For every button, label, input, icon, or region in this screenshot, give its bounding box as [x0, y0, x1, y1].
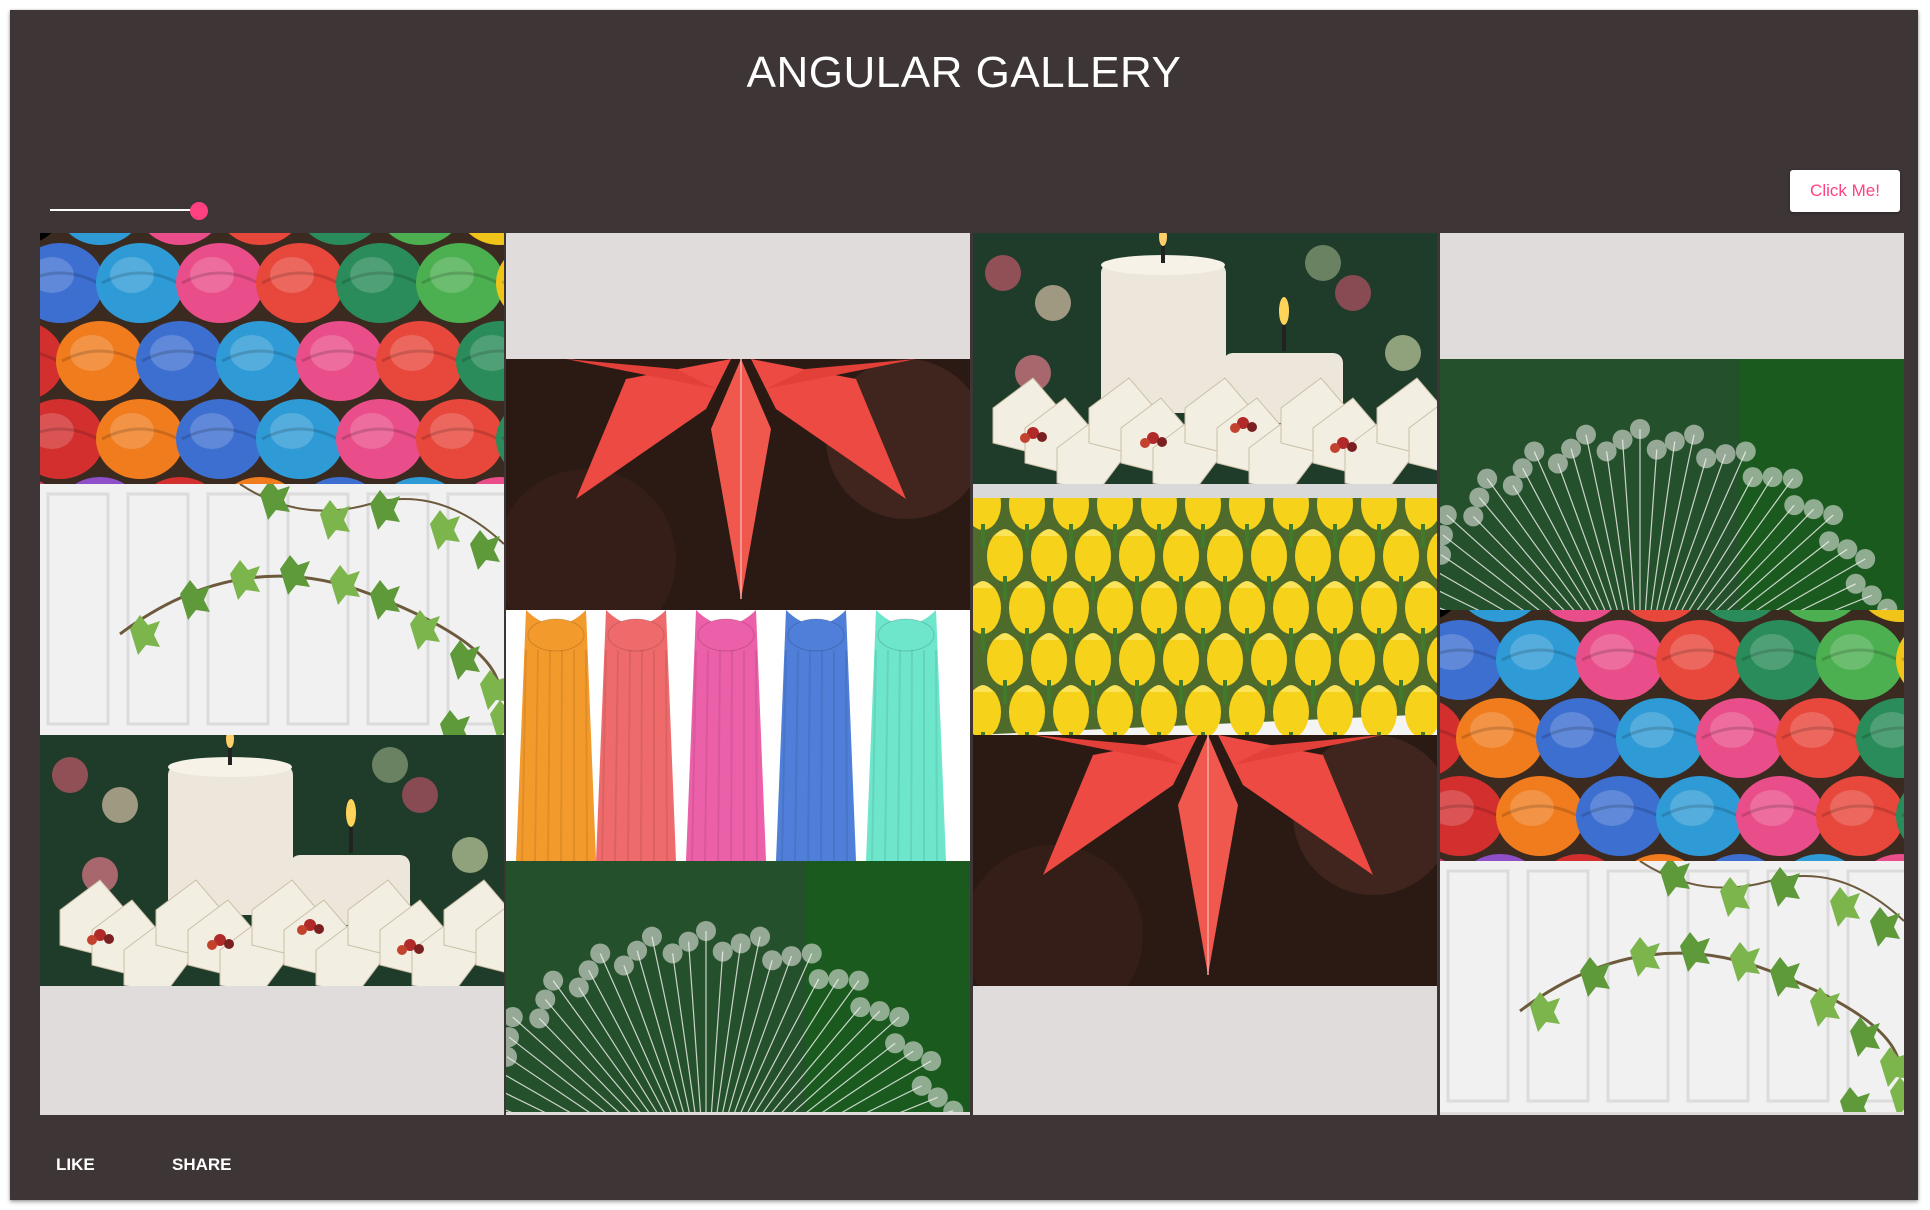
candles-image [973, 233, 1437, 484]
dandelion-image [1440, 359, 1904, 610]
gallery-tile[interactable] [1440, 861, 1904, 1112]
grid-column-4 [1440, 233, 1904, 1115]
gallery-tile[interactable] [973, 233, 1437, 484]
size-slider[interactable] [50, 196, 208, 226]
dandelion-image [506, 861, 970, 1112]
red-leaf-image [973, 735, 1437, 986]
gallery-tile[interactable] [40, 484, 504, 735]
gallery-tile[interactable] [506, 610, 970, 861]
like-button[interactable]: LIKE [56, 1155, 95, 1175]
click-me-button[interactable]: Click Me! [1790, 170, 1900, 212]
yarn-image [40, 233, 504, 484]
grid-column-2 [506, 233, 970, 1115]
gallery-tile[interactable] [1440, 359, 1904, 610]
image-grid [40, 233, 1904, 1115]
yellow-tulips-image [973, 484, 1437, 735]
gallery-tile[interactable] [1440, 610, 1904, 861]
candles-image [40, 735, 504, 986]
slider-track [50, 209, 196, 211]
page-title: ANGULAR GALLERY [746, 48, 1182, 97]
gallery-tile[interactable] [973, 484, 1437, 735]
gallery-tile[interactable] [40, 233, 504, 484]
red-leaf-image [506, 359, 970, 610]
gallery-tile[interactable] [506, 359, 970, 610]
gallery-tile[interactable] [506, 861, 970, 1112]
grid-column-3 [973, 233, 1437, 1115]
scarves-image [506, 610, 970, 861]
gallery-tile[interactable] [973, 735, 1437, 986]
yarn-image [1440, 610, 1904, 861]
slider-thumb[interactable] [190, 202, 208, 220]
gallery-tile[interactable] [40, 735, 504, 986]
ivy-image [1440, 861, 1904, 1112]
gallery-card: ANGULAR GALLERY Click Me! LIKE SHARE [10, 10, 1918, 1200]
share-button[interactable]: SHARE [172, 1155, 232, 1175]
ivy-image [40, 484, 504, 735]
grid-column-1 [40, 233, 504, 1115]
